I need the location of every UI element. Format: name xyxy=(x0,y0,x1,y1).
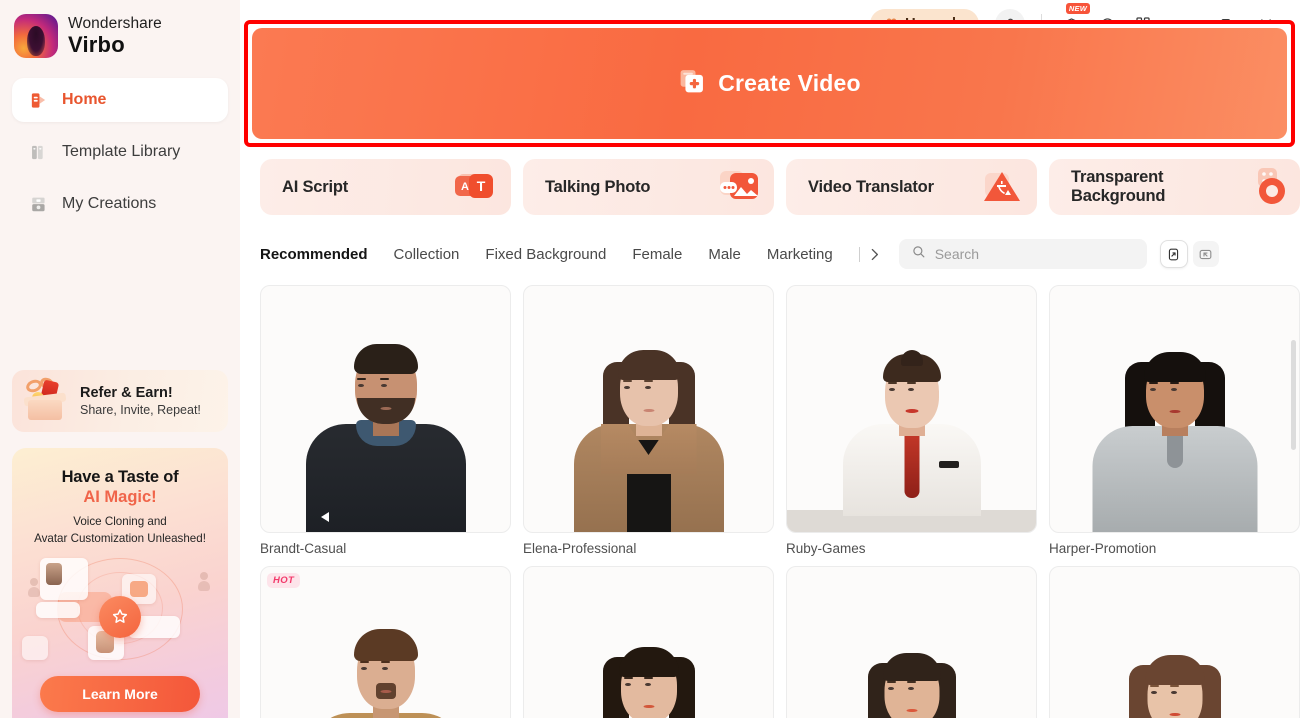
avatar-grid-row: Brandt-Casual Elena-Professional Ruby-Ga… xyxy=(260,285,1300,556)
refer-subtitle: Share, Invite, Repeat! xyxy=(80,403,201,417)
tab-female[interactable]: Female xyxy=(632,246,682,263)
avatar-thumbnail[interactable]: HOT xyxy=(260,566,511,718)
ratio-toggle-group xyxy=(1160,241,1219,267)
template-library-icon xyxy=(28,142,48,162)
avatar-card-brandt-casual[interactable]: Brandt-Casual xyxy=(260,285,511,556)
avatar-thumbnail[interactable] xyxy=(523,285,774,533)
feature-label: Talking Photo xyxy=(545,177,651,196)
video-translator-icon xyxy=(977,165,1029,209)
magic-title-line1: Have a Taste of xyxy=(61,468,179,486)
feature-cards-row: AI Script A T Talking Photo Video Transl… xyxy=(260,159,1300,215)
tabs-divider xyxy=(858,246,860,262)
chevron-right-icon[interactable] xyxy=(866,246,883,263)
avatar-thumbnail[interactable] xyxy=(1049,285,1300,533)
avatar-card-harper-promotion[interactable]: Harper-Promotion xyxy=(1049,285,1300,556)
talking-photo-icon xyxy=(714,165,766,209)
avatar-grid-row: HOT xyxy=(260,566,1300,718)
svg-text:A: A xyxy=(461,181,469,193)
svg-text:T: T xyxy=(477,178,486,194)
new-badge: NEW xyxy=(1065,3,1090,14)
sidebar-item-label: Template Library xyxy=(62,143,181,160)
feature-label: AI Script xyxy=(282,177,349,196)
tab-fixed-background[interactable]: Fixed Background xyxy=(485,246,606,263)
hot-badge: HOT xyxy=(267,573,301,588)
brand-company: Wondershare xyxy=(68,15,162,33)
content-scrollbar[interactable] xyxy=(1291,340,1296,450)
search-box[interactable] xyxy=(898,239,1147,269)
avatar-card-hot[interactable]: HOT xyxy=(260,566,511,718)
create-video-button[interactable]: Create Video xyxy=(252,28,1287,139)
sidebar: Wondershare Virbo Home Template Library … xyxy=(0,0,240,718)
sidebar-item-template-library[interactable]: Template Library xyxy=(12,130,228,174)
transparent-background-icon xyxy=(1240,165,1292,209)
avatar-card-elena-professional[interactable]: Elena-Professional xyxy=(523,285,774,556)
feature-card-video-translator[interactable]: Video Translator xyxy=(786,159,1037,215)
avatar-card-row2-2[interactable] xyxy=(523,566,774,718)
sidebar-item-home[interactable]: Home xyxy=(12,78,228,122)
create-video-highlight-box: Create Video xyxy=(244,20,1295,147)
refer-title: Refer & Earn! xyxy=(80,385,173,401)
magic-desc-line2: Avatar Customization Unleashed! xyxy=(34,531,206,545)
create-video-label: Create Video xyxy=(718,70,861,96)
play-indicator-icon xyxy=(321,512,329,522)
avatar-card-ruby-games[interactable]: Ruby-Games xyxy=(786,285,1037,556)
sidebar-item-my-creations[interactable]: My Creations xyxy=(12,182,228,226)
avatar-card-row2-3[interactable] xyxy=(786,566,1037,718)
sidebar-item-label: My Creations xyxy=(62,195,157,212)
sidebar-nav: Home Template Library My Creations xyxy=(0,78,240,226)
search-icon xyxy=(911,244,926,264)
ai-script-icon: A T xyxy=(451,165,503,209)
avatar-thumbnail[interactable] xyxy=(1049,566,1300,718)
avatar-thumbnail[interactable] xyxy=(260,285,511,533)
sidebar-item-label: Home xyxy=(62,91,107,108)
magic-star-icon xyxy=(99,595,141,638)
brand-product: Virbo xyxy=(68,31,125,57)
avatar-name: Brandt-Casual xyxy=(260,541,347,556)
tab-collection[interactable]: Collection xyxy=(394,246,460,263)
main-content: Upgrade NEW xyxy=(240,0,1300,718)
my-creations-icon xyxy=(28,194,48,214)
avatar-grid: Brandt-Casual Elena-Professional Ruby-Ga… xyxy=(260,285,1300,718)
landscape-icon[interactable] xyxy=(1192,241,1219,267)
gift-box-icon xyxy=(20,375,72,424)
avatar-name: Harper-Promotion xyxy=(1049,541,1157,556)
search-input[interactable] xyxy=(934,246,1135,262)
learn-more-button[interactable]: Learn More xyxy=(40,675,200,712)
portrait-icon[interactable] xyxy=(1160,241,1187,267)
avatar-thumbnail[interactable] xyxy=(786,285,1037,533)
feature-card-ai-script[interactable]: AI Script A T xyxy=(260,159,511,215)
ai-magic-promo-card[interactable]: Have a Taste of AI Magic! Voice Cloning … xyxy=(12,448,228,718)
tab-marketing[interactable]: Marketing xyxy=(767,246,833,263)
feature-card-transparent-background[interactable]: Transparent Background xyxy=(1049,159,1300,215)
avatar-name: Elena-Professional xyxy=(523,541,637,556)
feature-label: Video Translator xyxy=(808,177,934,196)
refer-and-earn-card[interactable]: Refer & Earn! Share, Invite, Repeat! xyxy=(12,370,228,432)
tab-recommended[interactable]: Recommended xyxy=(260,246,368,263)
category-tabs-row: Recommended Collection Fixed Background … xyxy=(260,236,1300,272)
brand-header: Wondershare Virbo xyxy=(0,0,240,58)
magic-title-line2: AI Magic! xyxy=(83,488,157,506)
avatar-thumbnail[interactable] xyxy=(786,566,1037,718)
magic-illustration xyxy=(12,552,228,670)
avatar-card-row2-4[interactable] xyxy=(1049,566,1300,718)
virbo-app-window: Wondershare Virbo Home Template Library … xyxy=(0,0,1300,718)
avatar-thumbnail[interactable] xyxy=(523,566,774,718)
feature-card-talking-photo[interactable]: Talking Photo xyxy=(523,159,774,215)
magic-desc-line1: Voice Cloning and xyxy=(73,515,167,528)
avatar-name: Ruby-Games xyxy=(786,541,866,556)
create-video-icon xyxy=(678,67,706,100)
virbo-logo-icon xyxy=(14,14,58,58)
feature-label: Transparent Background xyxy=(1071,168,1166,205)
tab-male[interactable]: Male xyxy=(708,246,741,263)
home-icon xyxy=(28,90,48,110)
